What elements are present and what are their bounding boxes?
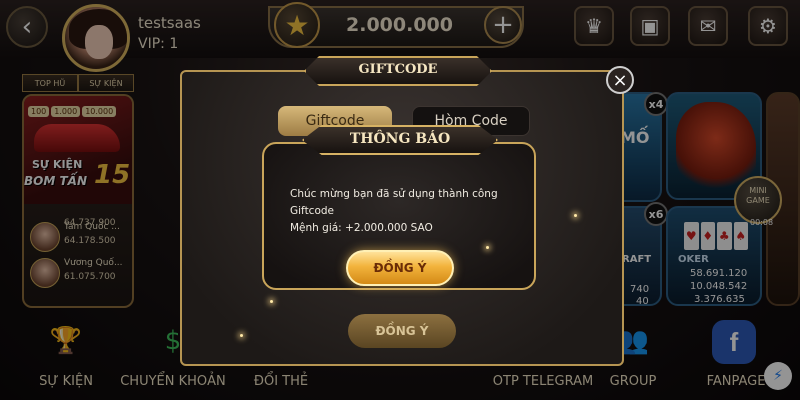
sparkle bbox=[574, 214, 577, 217]
confirm-button[interactable]: ĐỒNG Ý bbox=[346, 250, 454, 286]
notice-message-line2: Mệnh giá: +2.000.000 SAO bbox=[290, 222, 433, 234]
notice-message: Chúc mừng bạn đã sử dụng thành công Gift… bbox=[274, 186, 524, 237]
sparkle bbox=[240, 334, 243, 337]
close-icon: × bbox=[612, 69, 628, 91]
close-button[interactable]: × bbox=[606, 66, 634, 94]
sparkle bbox=[270, 300, 273, 303]
sparkle bbox=[486, 246, 489, 249]
notice-title: THÔNG BÁO bbox=[349, 131, 451, 147]
giftcode-submit-button[interactable]: ĐỒNG Ý bbox=[348, 314, 456, 348]
notice-message-line1: Chúc mừng bạn đã sử dụng thành công Gift… bbox=[290, 188, 498, 217]
giftcode-title: GIFTCODE bbox=[358, 62, 438, 77]
